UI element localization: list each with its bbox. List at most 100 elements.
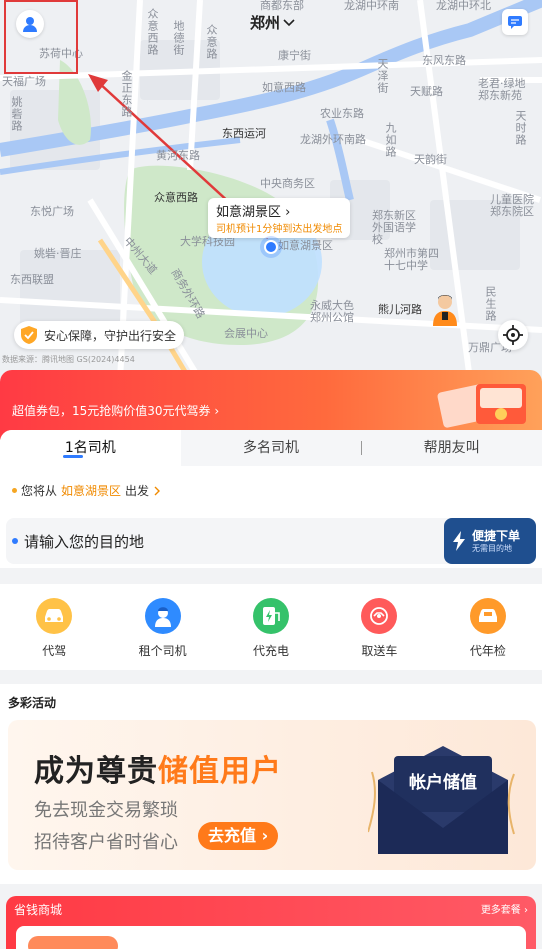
map-label: 龙湖中环南 [344,0,399,12]
safety-text: 安心保障，守护出行安全 [44,328,177,343]
quick-order-button[interactable]: 便捷下单 无需目的地 [444,518,536,564]
service-label: 取送车 [361,644,398,658]
app-root: 苏荷中心 天福广场 姚砦路 众意西路 地德街 众意路 康宁街 金正东路 东风东路… [0,0,542,949]
map-label: 农业东路 [320,107,364,120]
driver-icon [430,292,460,326]
inspection-icon [469,598,506,634]
map-label: 民生路 [484,286,497,322]
user-icon [23,17,37,32]
order-panel: 1名司机 多名司机 帮朋友叫 您将从 如意湖景区 出发 请输入您的目的地 便捷下… [0,430,542,568]
tab-call-for-friend[interactable]: 帮朋友叫 [361,430,542,466]
chevron-right-icon [154,486,161,495]
map-label: 众意西路 [154,191,198,204]
quick-order-title: 便捷下单 [472,528,521,543]
map-label: 天泽街 [376,58,389,94]
map-label: 中央商务区 [260,177,315,190]
map-label: 天时路 [514,110,527,146]
service-label: 代充电 [253,644,290,658]
map-copyright: 数据来源：腾讯地图 GS(2024)4454 [2,355,135,364]
map-label: 如意西路 [262,81,306,94]
service-label: 租个司机 [138,644,187,658]
map-label: 龙湖中环北 [436,0,491,12]
map-label: 天韵街 [414,153,447,166]
message-button[interactable] [502,9,528,35]
map-label: 众意西路 [146,8,159,56]
map-label: 熊儿河路 [378,303,422,316]
charging-icon [253,598,290,634]
activities-title: 多彩活动 [8,696,57,710]
map-label: 金正东路 [120,70,133,118]
map-label: 康宁街 [278,49,311,62]
recharge-button[interactable]: 去充值 › [198,822,279,850]
driver-tabs: 1名司机 多名司机 帮朋友叫 [0,430,542,466]
map-label: 地德街 [172,20,185,56]
pickup-callout[interactable]: 如意湖景区 › 司机预计1分钟到达出发地点 [208,198,351,238]
map-label: 商都东部 [260,0,304,12]
locate-button[interactable] [498,320,528,350]
service-label: 代年检 [469,644,506,658]
map-label: 郑东新区外国语学校 [372,209,416,246]
chat-icon [508,16,522,29]
departure-prefix: 您将从 [21,484,58,498]
tab-multi-driver[interactable]: 多名司机 [180,430,362,466]
tab-divider [361,441,363,455]
service-designated-driver[interactable]: 代驾 [0,584,108,670]
tab-label: 1名司机 [64,440,116,456]
user-avatar-button[interactable] [16,10,44,38]
map-label: 东悦广场 [30,205,74,218]
mall-title: 省钱商城 [14,903,63,917]
departure-place: 如意湖景区 [61,484,122,498]
tab-label: 帮朋友叫 [423,440,480,456]
departure-row[interactable]: 您将从 如意湖景区 出发 [12,482,161,499]
map-label: 东西联盟 [10,273,54,286]
banner-headline: 成为尊贵储值用户 [34,754,282,789]
map-label: 东风东路 [422,54,466,67]
service-annual-inspection[interactable]: 代年检 [434,584,542,670]
map-label: 黄河东路 [156,149,200,162]
map-label: 九如路 [384,122,397,158]
map-view[interactable]: 苏荷中心 天福广场 姚砦路 众意西路 地德街 众意路 康宁街 金正东路 东风东路… [0,0,542,380]
city-selector[interactable]: 郑州 [250,12,295,33]
tab-single-driver[interactable]: 1名司机 [0,430,181,466]
service-label: 代驾 [42,644,67,658]
pickup-title: 如意湖景区 › [216,205,291,220]
map-label: 东西运河 [222,127,266,140]
service-hire-driver[interactable]: 租个司机 [108,584,216,670]
map-label: 如意湖景区 [278,239,333,252]
map-label: 老君·绿地郑东新苑 [478,77,526,102]
safety-badge[interactable]: 安心保障，守护出行安全 [14,321,185,349]
mall-chip [28,936,118,949]
mall-card[interactable] [16,926,526,949]
map-label: 众意路 [205,24,218,60]
mall-more-link[interactable]: 更多套餐 › [481,901,528,916]
promo-text: 超值券包，15元抢购价值30元代驾券 › [12,404,220,418]
location-pin-icon [264,240,278,254]
service-charging[interactable]: 代充电 [217,584,325,670]
departure-dot-icon [12,488,17,493]
map-label: 天福广场 [2,75,46,88]
map-label: 儿童医院郑东院区 [490,193,534,218]
stored-value-banner[interactable]: 成为尊贵储值用户 免去现金交易繁琐 招待客户省时省心 去充值 › 帐户储值 [8,720,536,870]
service-car-delivery[interactable]: 取送车 [325,584,433,670]
destination-input[interactable]: 请输入您的目的地 便捷下单 无需目的地 [6,518,536,564]
map-label: 郑州市第四十七中学 [384,247,439,272]
shield-icon [21,326,37,344]
pickup-hint: 司机预计1分钟到达出发地点 [216,224,343,235]
lightning-icon [453,531,465,551]
map-label: 会展中心 [224,327,268,340]
activities-section: 多彩活动 成为尊贵储值用户 免去现金交易繁琐 招待客户省时省心 去充值 › 帐户… [0,684,542,884]
car-icon [36,598,73,634]
map-label: 永威大色郑州公馆 [310,299,354,324]
destination-dot-icon [12,538,18,544]
svg-text:帐户储值: 帐户储值 [409,772,477,793]
savings-mall-section: 省钱商城 更多套餐 › [6,896,536,949]
chevron-down-icon [283,18,295,26]
map-label: 天赋路 [410,85,443,98]
quick-order-sub: 无需目的地 [472,543,512,553]
avatar-highlight-box [4,0,78,74]
map-label: 姚砦·晋庄 [34,247,82,260]
active-tab-indicator [63,455,83,458]
map-label: 龙湖外环南路 [300,133,366,146]
services-grid: 代驾 租个司机 代充电 取送车 代年检 [0,584,542,670]
envelope-icon: 帐户储值 [368,746,515,854]
